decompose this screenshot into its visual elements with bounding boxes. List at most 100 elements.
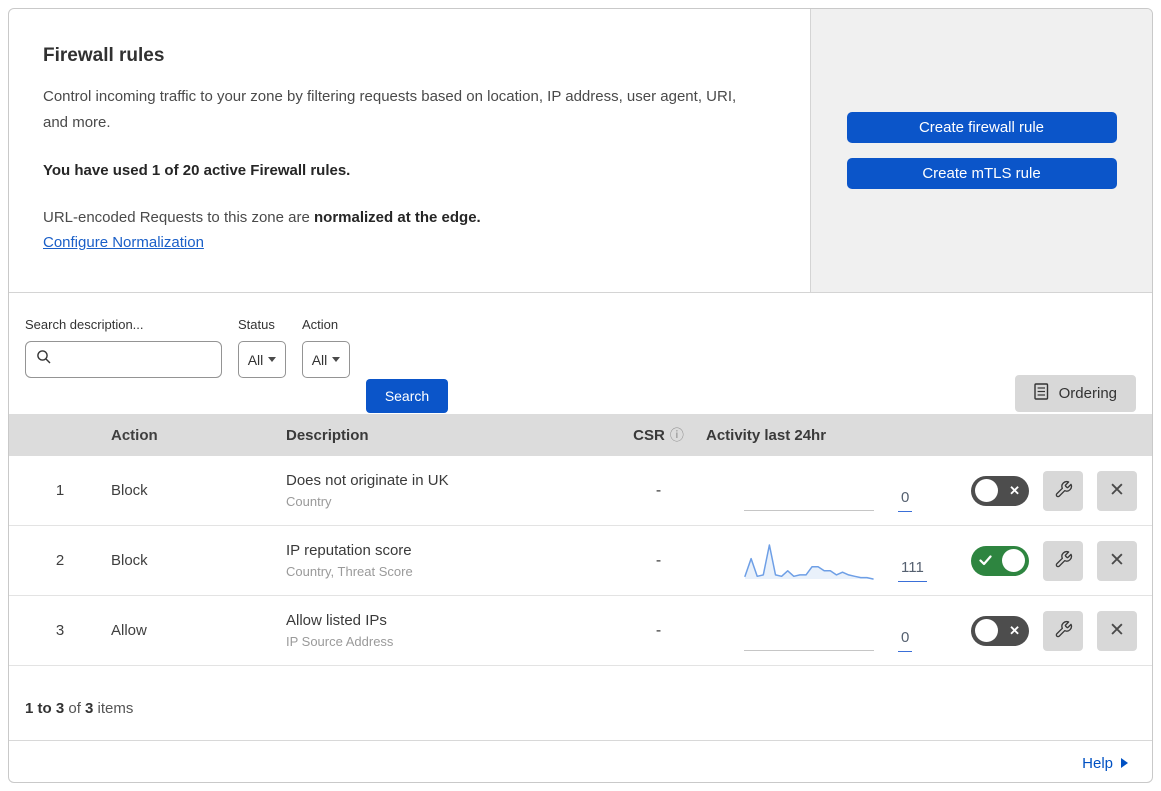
toggle-x-icon: ✕ (1009, 622, 1020, 638)
edit-rule-button[interactable] (1043, 540, 1083, 581)
table-header: Action Description CSR ⓘ Activity last 2… (9, 414, 1152, 456)
arrow-right-icon (1121, 758, 1128, 768)
table-row: 1 Block Does not originate in UK Country… (9, 456, 1152, 526)
status-label: Status (238, 317, 275, 332)
actions-panel: Create firewall rule Create mTLS rule (810, 9, 1152, 292)
search-icon (36, 349, 52, 370)
page-title: Firewall rules (43, 45, 165, 66)
filter-bar: Search description... Status All Action … (9, 293, 1152, 414)
rule-controls: ✕ ✕ (971, 610, 1152, 651)
action-filter-group: Action All (302, 317, 350, 378)
delete-rule-button[interactable]: ✕ (1097, 610, 1137, 651)
activity-sparkline (744, 540, 874, 582)
help-link-label: Help (1082, 754, 1113, 772)
search-button[interactable]: Search (366, 379, 448, 413)
of-text: of (64, 699, 86, 717)
toggle-check-icon (979, 555, 992, 566)
rule-enabled-toggle[interactable]: ✕ (971, 615, 1029, 646)
column-header-csr: CSR ⓘ (616, 425, 701, 445)
search-input[interactable] (52, 351, 211, 368)
wrench-icon (1054, 550, 1073, 572)
csr-label: CSR (633, 426, 665, 444)
toggle-knob (975, 619, 998, 642)
action-value: All (311, 351, 328, 368)
close-icon: ✕ (1109, 550, 1125, 571)
activity-count-link[interactable]: 0 (898, 489, 913, 512)
header-text-block: Firewall rules Control incoming traffic … (9, 9, 810, 292)
ordering-button[interactable]: Ordering (1014, 375, 1136, 412)
rule-description: Does not originate in UK (286, 472, 449, 489)
info-icon[interactable]: ⓘ (670, 425, 684, 445)
rule-description: Allow listed IPs (286, 612, 387, 629)
table-row: 3 Allow Allow listed IPs IP Source Addre… (9, 596, 1152, 666)
toggle-knob (1002, 549, 1025, 572)
toggle-x-icon: ✕ (1009, 482, 1020, 498)
help-link[interactable]: Help (1082, 755, 1128, 772)
rule-activity-cell: 0 ✕ ✕ (701, 596, 1152, 665)
delete-rule-button[interactable]: ✕ (1097, 540, 1137, 581)
normalization-note: URL-encoded Requests to this zone are no… (43, 209, 770, 226)
rule-description-cell: Allow listed IPs IP Source Address (286, 612, 616, 649)
column-header-action: Action (111, 426, 158, 444)
items-text: items (93, 699, 134, 717)
activity-count-link[interactable]: 111 (898, 559, 927, 582)
chevron-down-icon (268, 357, 277, 362)
rule-csr-value: - (655, 481, 662, 499)
close-icon: ✕ (1109, 480, 1125, 501)
page-description: Control incoming traffic to your zone by… (43, 88, 737, 131)
rule-csr-value: - (655, 551, 662, 569)
configure-normalization-link[interactable]: Configure Normalization (43, 234, 204, 251)
column-header-activity: Activity last 24hr (706, 426, 827, 444)
activity-count-link[interactable]: 0 (898, 629, 913, 652)
delete-rule-button[interactable]: ✕ (1097, 470, 1137, 511)
help-row: Help (9, 741, 1152, 782)
rule-activity-cell: 0 ✕ ✕ (701, 456, 1152, 525)
status-select[interactable]: All (238, 341, 286, 378)
wrench-icon (1054, 620, 1073, 642)
chevron-down-icon (332, 357, 341, 362)
table-row: 2 Block IP reputation score Country, Thr… (9, 526, 1152, 596)
wrench-icon (1054, 480, 1073, 502)
rule-controls: ✕ (971, 540, 1152, 581)
edit-rule-button[interactable] (1043, 470, 1083, 511)
normalization-text: URL-encoded Requests to this zone are (43, 209, 314, 226)
column-header-description: Description (286, 426, 369, 444)
close-icon: ✕ (1109, 620, 1125, 641)
rule-description-cell: Does not originate in UK Country (286, 472, 616, 509)
rule-csr-value: - (655, 621, 662, 639)
usage-summary: You have used 1 of 20 active Firewall ru… (43, 162, 351, 179)
normalization-bold-text: normalized at the edge. (314, 209, 481, 226)
search-group: Search description... (25, 317, 222, 378)
ordering-button-label: Ordering (1058, 385, 1117, 402)
action-label: Action (302, 317, 339, 332)
rule-enabled-toggle[interactable]: ✕ (971, 475, 1029, 506)
pagination-summary: 1 to 3 of 3 items (9, 666, 1152, 741)
firewall-rules-card: Firewall rules Control incoming traffic … (8, 8, 1153, 783)
rule-action: Block (111, 552, 148, 569)
status-filter-group: Status All (238, 317, 286, 378)
rule-priority: 2 (55, 552, 65, 569)
edit-rule-button[interactable] (1043, 610, 1083, 651)
activity-sparkline-empty (744, 610, 874, 651)
rule-action: Allow (111, 622, 147, 639)
rule-action: Block (111, 482, 148, 499)
activity-sparkline-empty (744, 470, 874, 511)
rule-controls: ✕ ✕ (971, 470, 1152, 511)
ordering-list-icon (1033, 383, 1049, 404)
create-mtls-rule-button[interactable]: Create mTLS rule (846, 158, 1117, 189)
rule-description: IP reputation score (286, 542, 412, 559)
rule-priority: 1 (55, 482, 65, 499)
search-label: Search description... (25, 317, 144, 332)
rule-fields: IP Source Address (286, 634, 394, 649)
create-firewall-rule-button[interactable]: Create firewall rule (846, 112, 1117, 143)
header-section: Firewall rules Control incoming traffic … (9, 9, 1152, 293)
search-box (25, 341, 222, 378)
action-select[interactable]: All (302, 341, 350, 378)
rule-activity-cell: 111 ✕ (701, 526, 1152, 595)
toggle-knob (975, 479, 998, 502)
rule-enabled-toggle[interactable] (971, 545, 1029, 576)
rule-priority: 3 (55, 622, 65, 639)
rule-description-cell: IP reputation score Country, Threat Scor… (286, 542, 616, 579)
items-range: 1 to 3 (25, 699, 65, 717)
rule-fields: Country, Threat Score (286, 564, 413, 579)
